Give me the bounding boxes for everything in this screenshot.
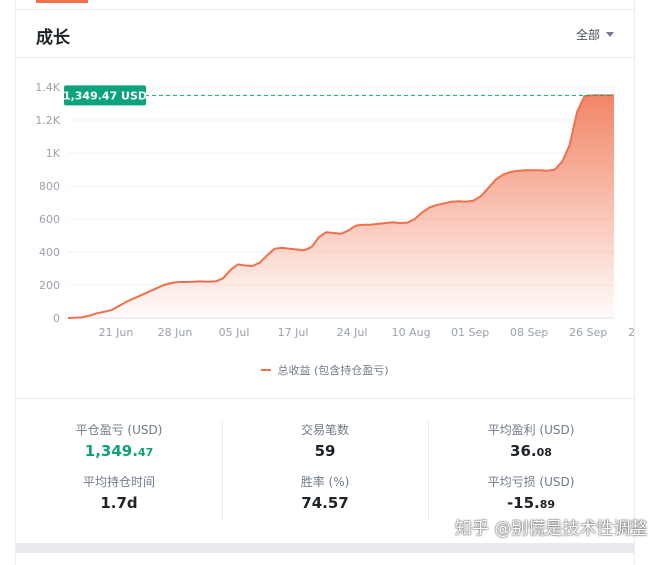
x-tick-label: 28 Jun bbox=[158, 326, 193, 339]
watermark: 知乎 @别慌是技术性调整 bbox=[455, 519, 648, 539]
avg-profit-dec: 08 bbox=[536, 446, 552, 459]
growth-chart[interactable]: 0 200 400 600 800 1K 1.2K 1.4K 21 Jun 28 Jun 05 Ju… bbox=[16, 60, 634, 395]
x-tick-label: 29 Sep bbox=[628, 326, 634, 339]
y-tick-label: 600 bbox=[39, 213, 60, 226]
legend-label: 总收益 (包含持仓盈亏) bbox=[277, 364, 389, 377]
closed-pnl-label: 平仓盈亏 (USD) bbox=[75, 423, 163, 437]
avg-hold-label: 平均持仓时间 bbox=[82, 475, 155, 489]
avg-loss-stat: 平均亏损 (USD) -15.89 bbox=[428, 473, 634, 512]
x-tick-label: 17 Jul bbox=[278, 326, 309, 339]
avg-hold-value: 1.7d bbox=[100, 494, 138, 512]
win-rate-value: 74.57 bbox=[301, 494, 349, 512]
bottom-divider-bar bbox=[16, 543, 634, 553]
avg-profit-label: 平均盈利 (USD) bbox=[487, 423, 575, 437]
closed-pnl-stat: 平仓盈亏 (USD) 1,349.47 bbox=[16, 421, 222, 460]
x-tick-label: 08 Sep bbox=[510, 326, 548, 339]
chart-svg[interactable]: 0 200 400 600 800 1K 1.2K 1.4K 21 Jun 28 Jun 05 Ju… bbox=[16, 60, 634, 360]
closed-pnl-dec: 47 bbox=[137, 446, 154, 459]
avg-loss-label: 平均亏损 (USD) bbox=[487, 475, 575, 489]
card-header: 成长 全部 bbox=[16, 9, 634, 58]
x-tick-label: 01 Sep bbox=[451, 326, 489, 339]
y-tick-label: 1.2K bbox=[35, 114, 60, 127]
tab-indicator bbox=[36, 0, 88, 3]
caret-down-icon bbox=[606, 32, 614, 37]
win-rate-stat: 胜率 (%) 74.57 bbox=[222, 473, 428, 512]
x-tick-label: 10 Aug bbox=[392, 326, 431, 339]
avg-loss-dec: 89 bbox=[539, 498, 556, 511]
range-filter-dropdown[interactable]: 全部 bbox=[576, 26, 614, 43]
y-tick-label: 1.4K bbox=[35, 81, 60, 94]
win-rate-label: 胜率 (%) bbox=[300, 475, 350, 489]
trades-label: 交易笔数 bbox=[300, 423, 349, 437]
value-tag-label: 1,349.47 USD bbox=[63, 89, 147, 102]
avg-loss-value: -15.89 bbox=[428, 494, 634, 512]
avg-profit-value: 36.08 bbox=[428, 442, 634, 460]
card-title: 成长 bbox=[36, 28, 70, 48]
stats-column-2: 交易笔数 59 胜率 (%) 74.57 bbox=[222, 399, 428, 544]
y-tick-label: 0 bbox=[53, 312, 60, 325]
y-tick-label: 200 bbox=[39, 279, 60, 292]
growth-card: 成长 全部 0 200 400 600 800 1K 1.2K 1.4K 21 Jun 28 Ju… bbox=[15, 0, 635, 565]
avg-hold-stat: 平均持仓时间 1.7d bbox=[16, 473, 222, 512]
avg-profit-stat: 平均盈利 (USD) 36.08 bbox=[428, 421, 634, 460]
stats-column-1: 平仓盈亏 (USD) 1,349.47 平均持仓时间 1.7d bbox=[16, 399, 222, 544]
avg-profit-int: 36. bbox=[510, 442, 537, 460]
x-tick-label: 05 Jul bbox=[219, 326, 250, 339]
closed-pnl-int: 1,349. bbox=[84, 442, 138, 460]
x-tick-label: 21 Jun bbox=[99, 326, 134, 339]
y-tick-label: 800 bbox=[39, 180, 60, 193]
avg-loss-int: -15. bbox=[506, 494, 540, 512]
closed-pnl-value: 1,349.47 bbox=[16, 442, 222, 460]
legend-swatch bbox=[261, 369, 272, 371]
y-tick-label: 400 bbox=[39, 246, 60, 259]
y-tick-label: 1K bbox=[46, 147, 61, 160]
trades-stat: 交易笔数 59 bbox=[222, 421, 428, 460]
x-tick-label: 26 Sep bbox=[569, 326, 607, 339]
chart-legend[interactable]: 总收益 (包含持仓盈亏) bbox=[16, 362, 634, 378]
x-tick-label: 24 Jul bbox=[337, 326, 368, 339]
trades-value: 59 bbox=[314, 442, 336, 460]
range-filter-label: 全部 bbox=[575, 28, 600, 42]
